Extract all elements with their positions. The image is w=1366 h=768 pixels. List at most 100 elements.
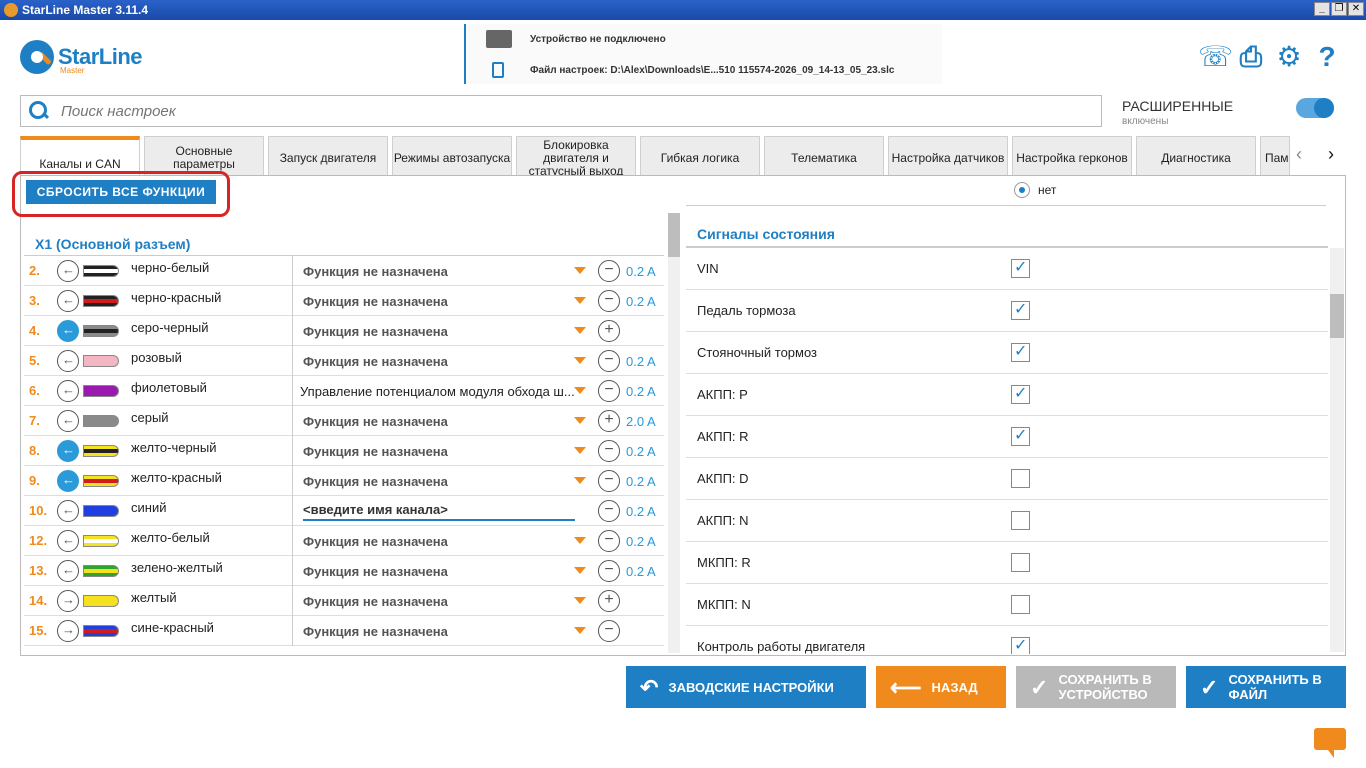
minus-circle-icon[interactable]: −: [598, 380, 620, 402]
signal-checkbox[interactable]: [1011, 425, 1030, 446]
minus-circle-icon[interactable]: −: [598, 620, 620, 642]
minus-circle-icon[interactable]: −: [598, 260, 620, 282]
plus-circle-icon[interactable]: +: [598, 410, 620, 432]
channel-function-select[interactable]: <введите имя канала>: [292, 496, 594, 526]
channel-function-select[interactable]: Функция не назначена: [292, 466, 594, 496]
signal-row: АКПП: N: [686, 500, 1328, 542]
signal-checkbox[interactable]: [1011, 553, 1030, 572]
channel-direction-icon[interactable]: [57, 349, 79, 372]
minus-circle-icon[interactable]: −: [598, 500, 620, 522]
channel-direction-icon[interactable]: [57, 469, 79, 492]
reset-all-functions-button[interactable]: СБРОСИТЬ ВСЕ ФУНКЦИИ: [26, 180, 216, 204]
channel-current: 0.2 A: [626, 564, 656, 579]
minus-circle-icon[interactable]: −: [598, 470, 620, 492]
right-scrollbar[interactable]: [1330, 248, 1344, 652]
advanced-toggle[interactable]: [1296, 98, 1334, 118]
factory-settings-button[interactable]: ↶ ЗАВОДСКИЕ НАСТРОЙКИ: [626, 666, 866, 708]
signal-checkbox[interactable]: [1011, 341, 1030, 362]
minus-circle-icon[interactable]: −: [598, 440, 620, 462]
save-to-file-label: СОХРАНИТЬ В ФАЙЛ: [1228, 672, 1322, 702]
dropdown-arrow-icon[interactable]: [574, 537, 586, 544]
search-input[interactable]: [61, 102, 961, 120]
channel-function-select[interactable]: Функция не назначена: [292, 556, 594, 586]
right-scroll-thumb[interactable]: [1330, 294, 1344, 338]
channel-function-select[interactable]: Функция не назначена: [292, 406, 594, 436]
dropdown-arrow-icon[interactable]: [574, 567, 586, 574]
channel-function-select[interactable]: Функция не назначена: [292, 436, 594, 466]
channel-function-select[interactable]: Управление потенциалом модуля обхода ш..…: [292, 376, 594, 406]
channel-function-select[interactable]: Функция не назначена: [292, 526, 594, 556]
tab-4[interactable]: Блокировка двигателя и статусный выход: [516, 136, 636, 177]
tabs-prev-button[interactable]: ‹: [1296, 144, 1302, 165]
channel-direction-icon[interactable]: [57, 289, 79, 312]
tab-6[interactable]: Телематика: [764, 136, 884, 176]
radio-no[interactable]: [1014, 182, 1030, 198]
channel-direction-icon[interactable]: [57, 379, 79, 402]
save-to-file-button[interactable]: ✓ СОХРАНИТЬ В ФАЙЛ: [1186, 666, 1346, 708]
dropdown-arrow-icon[interactable]: [574, 387, 586, 394]
dropdown-arrow-icon[interactable]: [574, 597, 586, 604]
maximize-button[interactable]: ❐: [1331, 2, 1347, 16]
dropdown-arrow-icon[interactable]: [574, 297, 586, 304]
tab-0[interactable]: Каналы и CAN: [20, 136, 140, 176]
tab-10[interactable]: Пам: [1260, 136, 1290, 176]
tab-8[interactable]: Настройка герконов: [1012, 136, 1132, 176]
dropdown-arrow-icon[interactable]: [574, 627, 586, 634]
channel-direction-icon[interactable]: [57, 259, 79, 282]
channel-direction-icon[interactable]: [57, 619, 79, 642]
signal-checkbox[interactable]: [1011, 299, 1030, 320]
channel-direction-icon[interactable]: [57, 409, 79, 432]
back-button[interactable]: ⟵ НАЗАД: [876, 666, 1006, 708]
signal-label: Контроль работы двигателя: [697, 639, 866, 654]
dropdown-arrow-icon[interactable]: [574, 447, 586, 454]
signal-label: АКПП: N: [697, 513, 749, 528]
channel-function-select[interactable]: Функция не назначена: [292, 616, 594, 646]
settings-icon[interactable]: ⚙: [1274, 42, 1304, 72]
tab-9[interactable]: Диагностика: [1136, 136, 1256, 176]
dropdown-arrow-icon[interactable]: [574, 357, 586, 364]
tab-3[interactable]: Режимы автозапуска: [392, 136, 512, 176]
left-scroll-thumb[interactable]: [668, 213, 680, 257]
channel-direction-icon[interactable]: [57, 559, 79, 582]
signal-checkbox[interactable]: [1011, 595, 1030, 614]
close-button[interactable]: ✕: [1348, 2, 1364, 16]
plus-circle-icon[interactable]: +: [598, 320, 620, 342]
save-to-device-button[interactable]: ✓ СОХРАНИТЬ В УСТРОЙСТВО: [1016, 666, 1176, 708]
signal-checkbox[interactable]: [1011, 383, 1030, 404]
channel-direction-icon[interactable]: [57, 319, 79, 342]
left-scrollbar[interactable]: [668, 213, 680, 653]
channel-function-select[interactable]: Функция не назначена: [292, 316, 594, 346]
signal-checkbox[interactable]: [1011, 257, 1030, 278]
plus-circle-icon[interactable]: +: [598, 590, 620, 612]
channel-direction-icon[interactable]: [57, 439, 79, 462]
channel-function-select[interactable]: Функция не назначена: [292, 586, 594, 616]
channel-direction-icon[interactable]: [57, 589, 79, 612]
print-icon[interactable]: ⎙: [1236, 42, 1266, 72]
channel-function-select[interactable]: Функция не назначена: [292, 286, 594, 316]
tab-7[interactable]: Настройка датчиков: [888, 136, 1008, 176]
minus-circle-icon[interactable]: −: [598, 350, 620, 372]
support-icon[interactable]: ☏: [1198, 42, 1233, 72]
channel-function-select[interactable]: Функция не назначена: [292, 346, 594, 376]
help-icon[interactable]: ?: [1312, 42, 1342, 72]
minus-circle-icon[interactable]: −: [598, 560, 620, 582]
tabs-next-button[interactable]: ›: [1328, 144, 1334, 165]
signal-checkbox[interactable]: [1011, 511, 1030, 530]
channel-direction-icon[interactable]: [57, 499, 79, 522]
minimize-button[interactable]: _: [1314, 2, 1330, 16]
tab-5[interactable]: Гибкая логика: [640, 136, 760, 176]
dropdown-arrow-icon[interactable]: [574, 477, 586, 484]
tab-2[interactable]: Запуск двигателя: [268, 136, 388, 176]
dropdown-arrow-icon[interactable]: [574, 327, 586, 334]
chat-icon[interactable]: [1314, 728, 1346, 758]
signal-checkbox[interactable]: [1011, 635, 1030, 654]
channel-function-select[interactable]: Функция не назначена: [292, 256, 594, 286]
minus-circle-icon[interactable]: −: [598, 290, 620, 312]
tab-1[interactable]: Основные параметры: [144, 136, 264, 176]
channel-current: 0.2 A: [626, 474, 656, 489]
signal-checkbox[interactable]: [1011, 469, 1030, 488]
channel-direction-icon[interactable]: [57, 529, 79, 552]
dropdown-arrow-icon[interactable]: [574, 267, 586, 274]
dropdown-arrow-icon[interactable]: [574, 417, 586, 424]
minus-circle-icon[interactable]: −: [598, 530, 620, 552]
